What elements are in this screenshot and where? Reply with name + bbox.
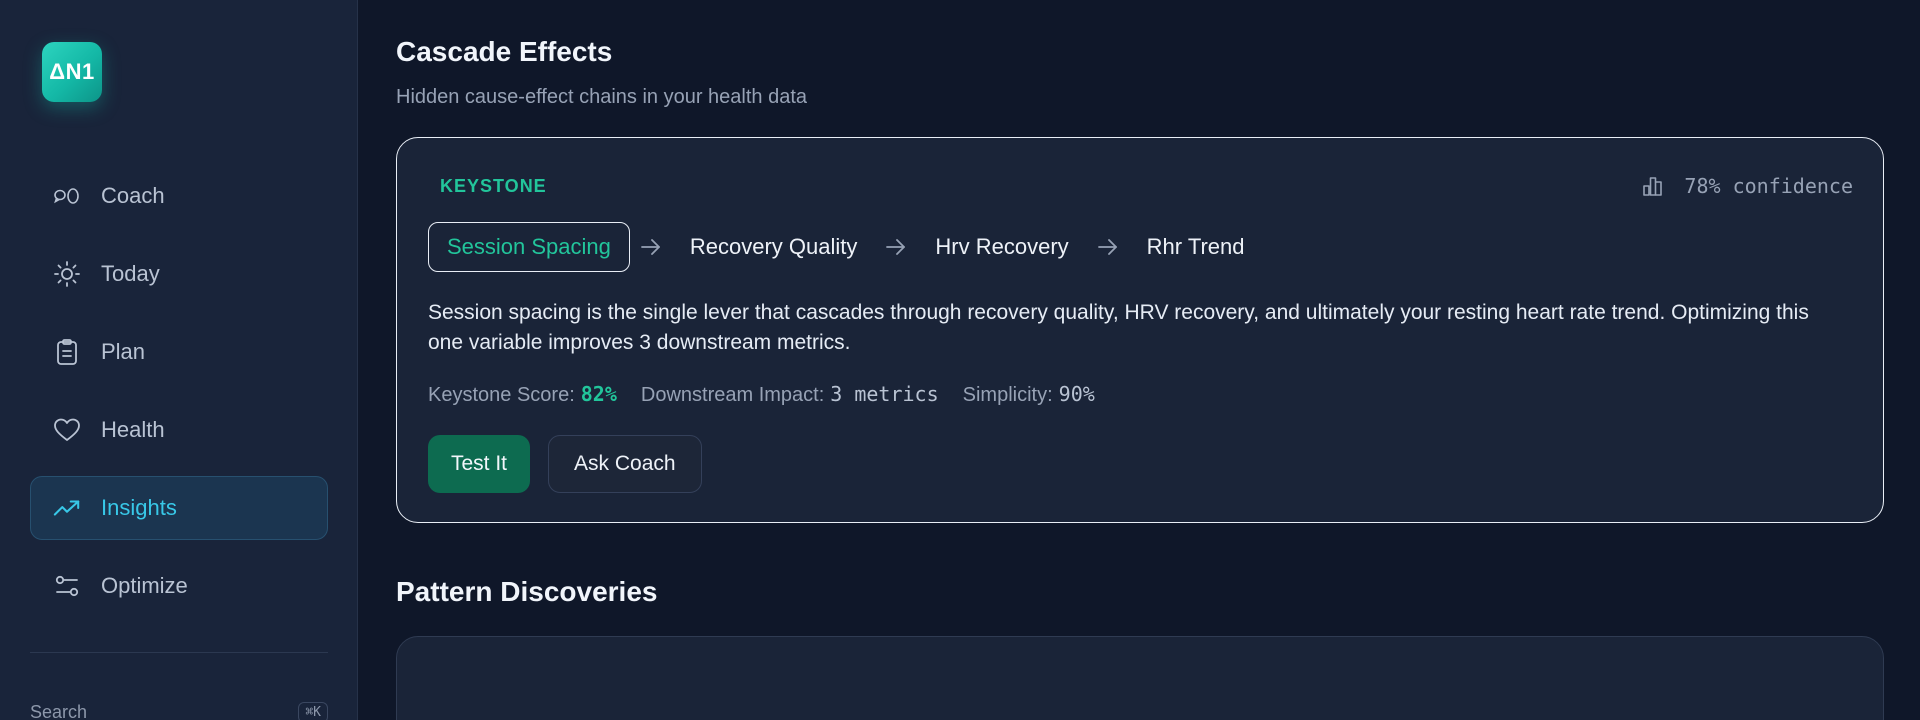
search-shortcut: ⌘K [298, 702, 328, 720]
sidebar-item-label: Health [101, 417, 165, 442]
cascade-chain: Session Spacing Recovery Quality Hrv Rec… [428, 222, 1262, 272]
trending-up-icon [53, 494, 81, 522]
card-actions: Test It Ask Coach [428, 435, 720, 493]
sliders-icon [53, 572, 81, 600]
bar-chart-icon [1642, 176, 1664, 196]
arrow-right-icon [630, 238, 672, 256]
metric-label: Downstream Impact: [640, 384, 825, 406]
arrow-right-icon [875, 238, 917, 256]
heart-icon [53, 416, 81, 444]
metric-value: 3 metrics [830, 382, 939, 406]
sidebar-item-label: Coach [101, 183, 165, 208]
sidebar: ΔN1 Coach Today Plan Health Insights Opt… [0, 0, 358, 720]
clipboard-icon [53, 338, 81, 366]
downstream-impact: Downstream Impact: 3 metrics [641, 382, 939, 407]
sidebar-item-today[interactable]: Today [30, 242, 328, 306]
sidebar-item-label: Insights [101, 495, 177, 520]
page-subtitle: Hidden cause-effect chains in your healt… [396, 86, 808, 108]
app-logo[interactable]: ΔN1 [42, 42, 102, 102]
sidebar-item-coach[interactable]: Coach [30, 164, 328, 228]
ask-coach-button[interactable]: Ask Coach [548, 435, 702, 493]
search-label: Search [30, 702, 88, 720]
sidebar-item-health[interactable]: Health [30, 398, 328, 462]
chain-node: Recovery Quality [689, 234, 858, 259]
chat-icon [53, 182, 81, 210]
pattern-discoveries-card [396, 636, 1884, 720]
arrow-right-icon [1087, 238, 1129, 256]
sidebar-search[interactable]: Search ⌘K [30, 702, 328, 720]
sidebar-item-label: Optimize [101, 573, 188, 598]
cascade-description: Session spacing is the single lever that… [428, 301, 1809, 354]
metric-label: Keystone Score: [428, 384, 575, 406]
cascade-card: KEYSTONE 78% confidence Session Spacing … [396, 137, 1884, 523]
logo-text: ΔN1 [49, 59, 95, 84]
sidebar-item-insights[interactable]: Insights [30, 476, 328, 540]
keystone-badge: KEYSTONE [440, 176, 547, 196]
sidebar-item-label: Today [101, 261, 160, 286]
confidence-indicator: 78% confidence [1642, 174, 1853, 198]
keystone-score: Keystone Score: 82% [428, 382, 617, 407]
cascade-metrics: Keystone Score: 82% Downstream Impact: 3… [428, 382, 1119, 407]
metric-value: 82% [580, 382, 617, 406]
confidence-text: 78% confidence [1684, 174, 1853, 198]
metric-label: Simplicity: [962, 384, 1053, 406]
sun-icon [53, 260, 81, 288]
test-it-button[interactable]: Test It [428, 435, 531, 493]
metric-value: 90% [1058, 382, 1095, 406]
sidebar-item-label: Plan [101, 339, 146, 364]
sidebar-item-optimize[interactable]: Optimize [30, 554, 328, 618]
page-title: Cascade Effects [396, 36, 613, 67]
chain-node: Rhr Trend [1146, 234, 1245, 259]
sidebar-item-plan[interactable]: Plan [30, 320, 328, 384]
chain-node[interactable]: Session Spacing [428, 222, 630, 272]
chain-node: Hrv Recovery [935, 234, 1069, 259]
simplicity-score: Simplicity: 90% [963, 382, 1095, 407]
pattern-discoveries-title: Pattern Discoveries [396, 576, 658, 607]
sidebar-nav: Coach Today Plan Health Insights Optimiz… [30, 164, 328, 632]
sidebar-divider [30, 652, 328, 653]
